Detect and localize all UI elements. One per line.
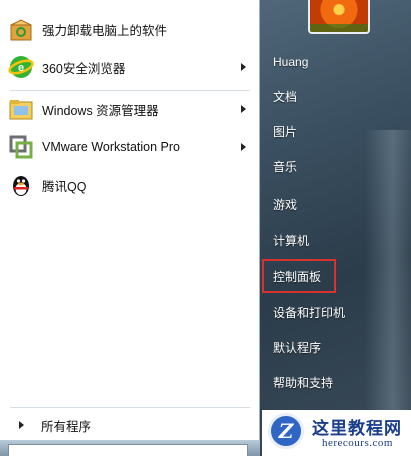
places-item-music[interactable]: 音乐 (273, 155, 297, 177)
uninstaller-box-icon (8, 16, 34, 42)
360-browser-icon: e (8, 54, 34, 80)
highlight-box (262, 259, 336, 293)
watermark-url: herecours.com (322, 437, 393, 449)
all-programs-button[interactable]: 所有程序 (0, 411, 258, 439)
places-item-documents[interactable]: 文档 (273, 85, 297, 107)
divider (10, 90, 250, 91)
program-label: 360安全浏览器 (42, 61, 126, 76)
program-item-qq[interactable]: 腾讯QQ (8, 168, 256, 202)
program-label: Windows 资源管理器 (42, 103, 159, 118)
places-item-games[interactable]: 游戏 (273, 193, 297, 215)
watermark-title: 这里教程网 (312, 419, 402, 439)
program-label: VMware Workstation Pro (42, 140, 181, 154)
qq-penguin-icon (8, 172, 34, 198)
program-item-uninstaller[interactable]: 强力卸载电脑上的软件 (8, 12, 256, 46)
program-label: 腾讯QQ (42, 179, 87, 194)
program-label: 强力卸载电脑上的软件 (42, 23, 168, 38)
folder-explorer-icon (8, 96, 34, 122)
submenu-arrow-icon (241, 63, 246, 71)
svg-text:e: e (18, 62, 24, 74)
places-item-computer[interactable]: 计算机 (273, 229, 309, 251)
places-item-user[interactable]: Huang (273, 51, 308, 73)
watermark-logo: Z (268, 413, 304, 449)
program-item-windows-explorer[interactable]: Windows 资源管理器 (8, 92, 256, 126)
divider (10, 407, 250, 408)
search-input[interactable] (8, 444, 248, 456)
all-programs-label: 所有程序 (41, 419, 92, 434)
user-avatar[interactable] (308, 0, 370, 34)
expand-arrow-icon (19, 421, 24, 429)
program-item-360-browser[interactable]: e 360安全浏览器 (8, 50, 256, 84)
vmware-icon (8, 134, 34, 160)
watermark-logo-letter: Z (278, 419, 294, 443)
places-item-devices-printers[interactable]: 设备和打印机 (273, 301, 345, 323)
places-item-pictures[interactable]: 图片 (273, 120, 297, 142)
places-item-default-programs[interactable]: 默认程序 (273, 336, 321, 358)
submenu-arrow-icon (241, 143, 246, 151)
places-item-help-support[interactable]: 帮助和支持 (273, 371, 333, 393)
program-item-vmware[interactable]: VMware Workstation Pro (8, 130, 256, 164)
submenu-arrow-icon (241, 105, 246, 113)
